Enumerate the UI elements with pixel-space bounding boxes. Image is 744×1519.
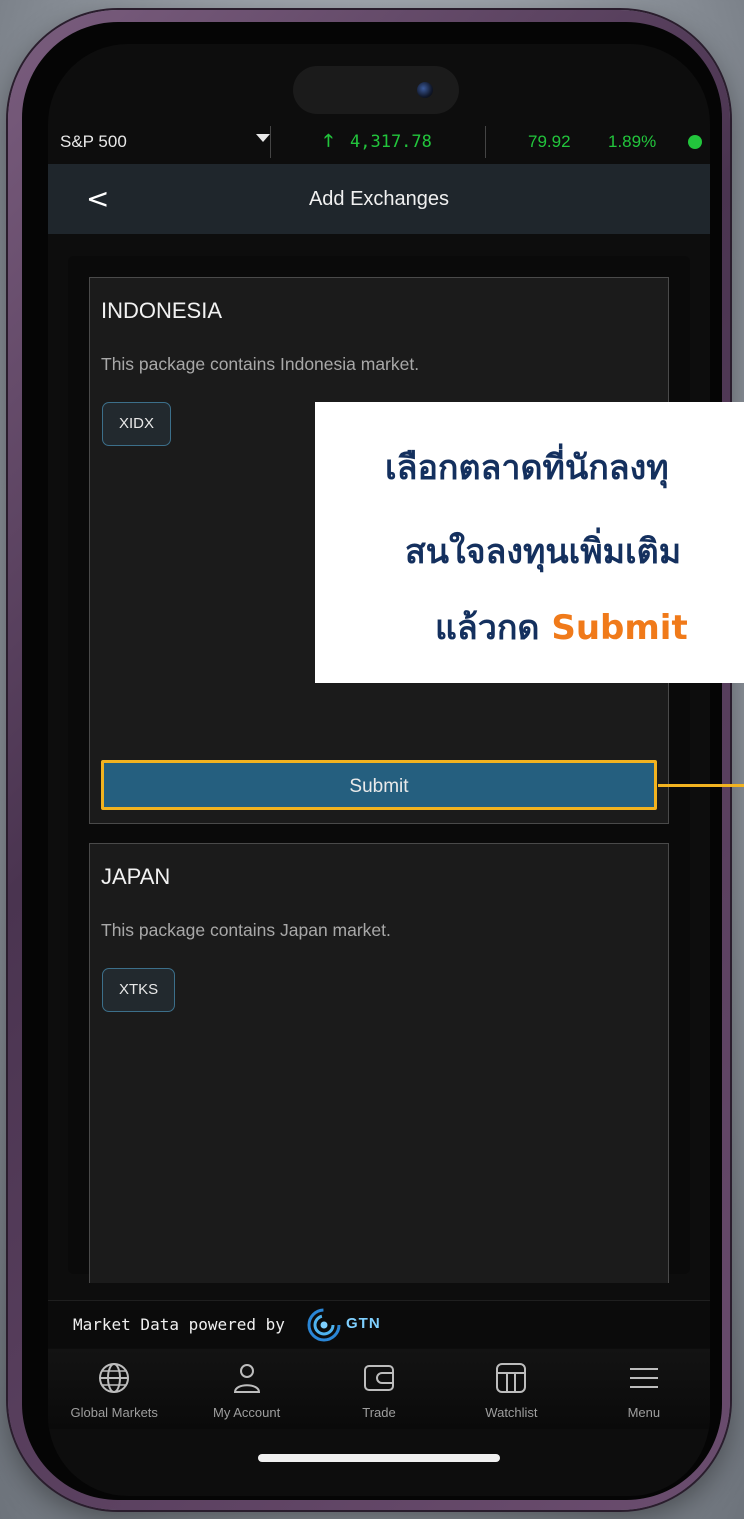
data-attribution: Market Data powered by GTN — [48, 1300, 710, 1348]
user-icon — [233, 1364, 260, 1393]
exchange-chip[interactable]: XIDX — [102, 402, 172, 446]
package-name: INDONESIA — [101, 298, 223, 323]
tab-label: Global Markets — [70, 1405, 158, 1420]
package-card-japan: JAPAN This package contains Japan market… — [89, 843, 669, 1283]
globe-icon — [99, 1363, 130, 1393]
index-name: S&P 500 — [60, 132, 127, 151]
market-status-dot — [688, 135, 702, 149]
callout-text: แล้วกด — [435, 608, 552, 648]
callout-accent-text: Submit — [551, 608, 688, 648]
bottom-tab-bar: Global Markets My Account Trade Watchlis… — [48, 1349, 710, 1429]
tab-menu[interactable]: Menu — [578, 1349, 710, 1429]
package-name: JAPAN — [101, 864, 171, 889]
package-description: This package contains Japan market. — [101, 920, 391, 940]
submit-button[interactable]: Submit — [101, 760, 657, 810]
chevron-down-icon[interactable] — [256, 134, 270, 142]
tab-watchlist[interactable]: Watchlist — [445, 1349, 577, 1429]
package-description: This package contains Indonesia market. — [101, 354, 420, 374]
callout-line-1: เลือกตลาดที่นักลงทุ — [385, 448, 669, 488]
wallet-icon — [364, 1365, 395, 1391]
arrow-up-icon: 🡑 — [324, 130, 333, 150]
home-indicator[interactable] — [258, 1454, 500, 1462]
index-price: 4,317.78 — [350, 132, 432, 152]
ticker-divider — [270, 126, 271, 158]
callout-connector — [658, 784, 744, 787]
menu-icon — [629, 1368, 658, 1388]
watchlist-icon — [496, 1363, 527, 1393]
tab-label: Trade — [362, 1405, 396, 1420]
tab-label: My Account — [213, 1405, 281, 1420]
ticker-divider — [485, 126, 486, 158]
app-screen: S&P 500 🡑 4,317.78 79.92 1.89% < Add Exc… — [48, 44, 710, 1496]
index-ticker[interactable]: S&P 500 🡑 4,317.78 79.92 1.89% — [48, 120, 710, 164]
brand-name: GTN — [346, 1315, 381, 1332]
tab-trade[interactable]: Trade — [313, 1349, 445, 1429]
exchange-chip[interactable]: XTKS — [102, 968, 176, 1012]
instruction-callout: เลือกตลาดที่นักลงทุ สนใจลงทุนเพิ่มเติม แ… — [315, 402, 744, 683]
tab-global-markets[interactable]: Global Markets — [48, 1349, 180, 1429]
attribution-text: Market Data powered by — [73, 1315, 285, 1334]
dynamic-island — [293, 66, 459, 114]
camera-icon — [417, 82, 433, 98]
header-bar: < Add Exchanges — [48, 164, 710, 234]
index-change: 79.92 — [528, 132, 571, 151]
callout-line-2: สนใจลงทุนเพิ่มเติม — [405, 532, 682, 572]
index-change-percent: 1.89% — [608, 132, 657, 151]
page-title: Add Exchanges — [308, 188, 450, 210]
tab-my-account[interactable]: My Account — [180, 1349, 312, 1429]
tab-label: Menu — [627, 1405, 661, 1420]
gtn-logo-icon — [307, 1308, 341, 1342]
tab-label: Watchlist — [485, 1405, 538, 1420]
callout-line-3: แล้วกด Submit — [435, 600, 744, 654]
